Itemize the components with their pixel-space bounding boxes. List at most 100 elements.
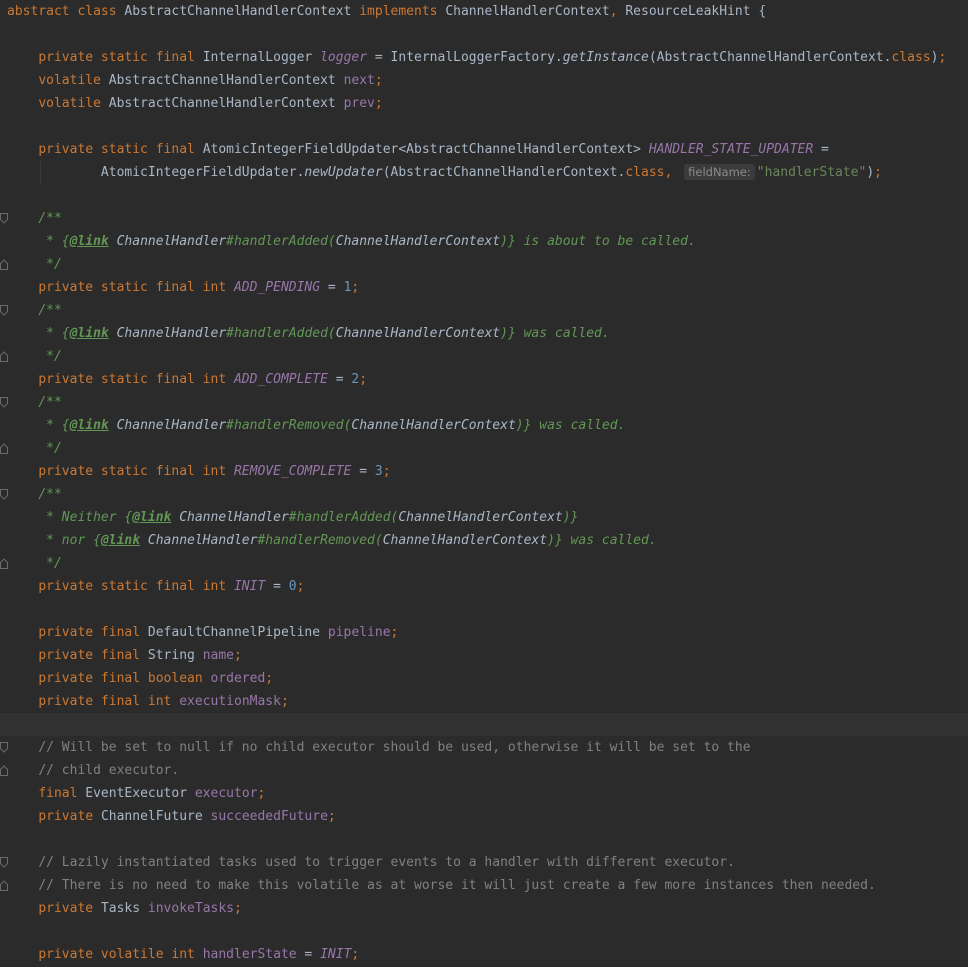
doc-reference: ChannelHandler — [147, 533, 258, 548]
code-line[interactable] — [0, 115, 968, 138]
code-content: // child executor. — [7, 759, 179, 782]
code-line[interactable]: private volatile int handlerState = INIT… — [0, 943, 968, 966]
doc-comment-text: /** — [38, 487, 62, 502]
current-code-line[interactable] — [0, 713, 968, 736]
keyword-token: implements — [359, 4, 446, 19]
code-content: private static final int ADD_COMPLETE = … — [7, 368, 367, 391]
code-text: ResourceLeakHint { — [625, 4, 767, 19]
code-line[interactable]: private Tasks invokeTasks; — [0, 897, 968, 920]
punctuation: ; — [327, 809, 336, 824]
code-line[interactable]: private static final int REMOVE_COMPLETE… — [0, 460, 968, 483]
code-line[interactable]: */ — [0, 437, 968, 460]
doc-tag: @link — [132, 510, 172, 525]
code-text: (AbstractChannelHandlerContext. — [382, 165, 626, 180]
doc-comment-text: )} was called. — [515, 418, 626, 433]
code-line[interactable]: /** — [0, 299, 968, 322]
code-line[interactable]: // There is no need to make this volatil… — [0, 874, 968, 897]
doc-comment-text: * { — [7, 418, 70, 433]
number-literal: 0 — [288, 579, 297, 594]
keyword-token: private static final int — [38, 579, 234, 594]
doc-comment-text: )} — [562, 510, 579, 525]
code-line[interactable]: // child executor. — [0, 759, 968, 782]
field-token: name — [202, 648, 234, 663]
code-line[interactable]: AtomicIntegerFieldUpdater.newUpdater(Abs… — [0, 161, 968, 184]
code-line[interactable]: private final int executionMask; — [0, 690, 968, 713]
doc-comment-text: */ — [7, 556, 62, 571]
code-line[interactable]: * Neither {@link ChannelHandler#handlerA… — [0, 506, 968, 529]
doc-comment-text: */ — [7, 441, 62, 456]
code-line[interactable] — [0, 598, 968, 621]
field-token: executor — [194, 786, 258, 801]
code-line[interactable]: private static final InternalLogger logg… — [0, 46, 968, 69]
code-content: // Lazily instantiated tasks used to tri… — [7, 851, 735, 874]
static-field-token: HANDLER_STATE_UPDATER — [648, 142, 814, 157]
code-line[interactable]: private final DefaultChannelPipeline pip… — [0, 621, 968, 644]
code-line[interactable]: abstract class AbstractChannelHandlerCon… — [0, 0, 968, 23]
code-line[interactable]: final EventExecutor executor; — [0, 782, 968, 805]
doc-comment-text: /** — [38, 211, 62, 226]
doc-comment-text: /** — [38, 395, 62, 410]
line-comment: // Will be set to null if no child execu… — [38, 740, 751, 755]
code-content: /** — [7, 483, 62, 506]
code-line[interactable]: * {@link ChannelHandler#handlerAdded(Cha… — [0, 322, 968, 345]
code-line[interactable]: private final boolean ordered; — [0, 667, 968, 690]
code-line[interactable]: * {@link ChannelHandler#handlerAdded(Cha… — [0, 230, 968, 253]
doc-reference: ChannelHandlerContext — [398, 510, 563, 525]
doc-comment-text: * Neither { — [7, 510, 133, 525]
code-line[interactable]: private static final AtomicIntegerFieldU… — [0, 138, 968, 161]
code-line[interactable]: private final String name; — [0, 644, 968, 667]
code-line[interactable]: // Will be set to null if no child execu… — [0, 736, 968, 759]
code-line[interactable]: volatile AbstractChannelHandlerContext n… — [0, 69, 968, 92]
punctuation: ; — [296, 579, 305, 594]
code-line[interactable] — [0, 920, 968, 943]
code-line[interactable] — [0, 184, 968, 207]
code-line[interactable]: * {@link ChannelHandler#handlerRemoved(C… — [0, 414, 968, 437]
punctuation: ; — [938, 50, 947, 65]
code-line[interactable]: * nor {@link ChannelHandler#handlerRemov… — [0, 529, 968, 552]
code-line[interactable]: volatile AbstractChannelHandlerContext p… — [0, 92, 968, 115]
code-text: AbstractChannelHandlerContext — [108, 96, 344, 111]
field-token: next — [343, 73, 375, 88]
code-content: volatile AbstractChannelHandlerContext n… — [7, 69, 383, 92]
keyword-token: private static final — [38, 50, 203, 65]
punctuation: ; — [374, 73, 383, 88]
code-line[interactable] — [0, 23, 968, 46]
code-content: * {@link ChannelHandler#handlerAdded(Cha… — [7, 322, 610, 345]
code-text: (AbstractChannelHandlerContext. — [648, 50, 892, 65]
code-line[interactable]: // Lazily instantiated tasks used to tri… — [0, 851, 968, 874]
doc-reference: ChannelHandler — [116, 418, 227, 433]
code-text: = — [351, 464, 375, 479]
code-content: private volatile int handlerState = INIT… — [7, 943, 359, 966]
code-line[interactable] — [0, 828, 968, 851]
code-editor[interactable]: abstract class AbstractChannelHandlerCon… — [0, 0, 968, 967]
code-content: private static final int ADD_PENDING = 1… — [7, 276, 359, 299]
keyword-token: private static final — [38, 142, 203, 157]
code-line[interactable]: /** — [0, 483, 968, 506]
code-line[interactable]: /** — [0, 391, 968, 414]
code-line[interactable]: private static final int INIT = 0; — [0, 575, 968, 598]
code-content: */ — [7, 437, 62, 460]
static-method-token: getInstance — [562, 50, 649, 65]
field-token: handlerState — [202, 947, 297, 962]
doc-comment-text: */ — [7, 349, 62, 364]
code-content: */ — [7, 345, 62, 368]
code-content: * {@link ChannelHandler#handlerAdded(Cha… — [7, 230, 696, 253]
code-line[interactable]: private static final int ADD_PENDING = 1… — [0, 276, 968, 299]
code-line[interactable]: private static final int ADD_COMPLETE = … — [0, 368, 968, 391]
code-line[interactable]: */ — [0, 253, 968, 276]
code-line[interactable]: */ — [0, 552, 968, 575]
code-content: /** — [7, 391, 62, 414]
code-line[interactable]: private ChannelFuture succeededFuture; — [0, 805, 968, 828]
code-line[interactable]: */ — [0, 345, 968, 368]
field-token: prev — [343, 96, 375, 111]
punctuation: ; — [280, 694, 289, 709]
punctuation: ; — [234, 648, 242, 663]
code-content: * Neither {@link ChannelHandler#handlerA… — [7, 506, 578, 529]
code-line[interactable]: /** — [0, 207, 968, 230]
